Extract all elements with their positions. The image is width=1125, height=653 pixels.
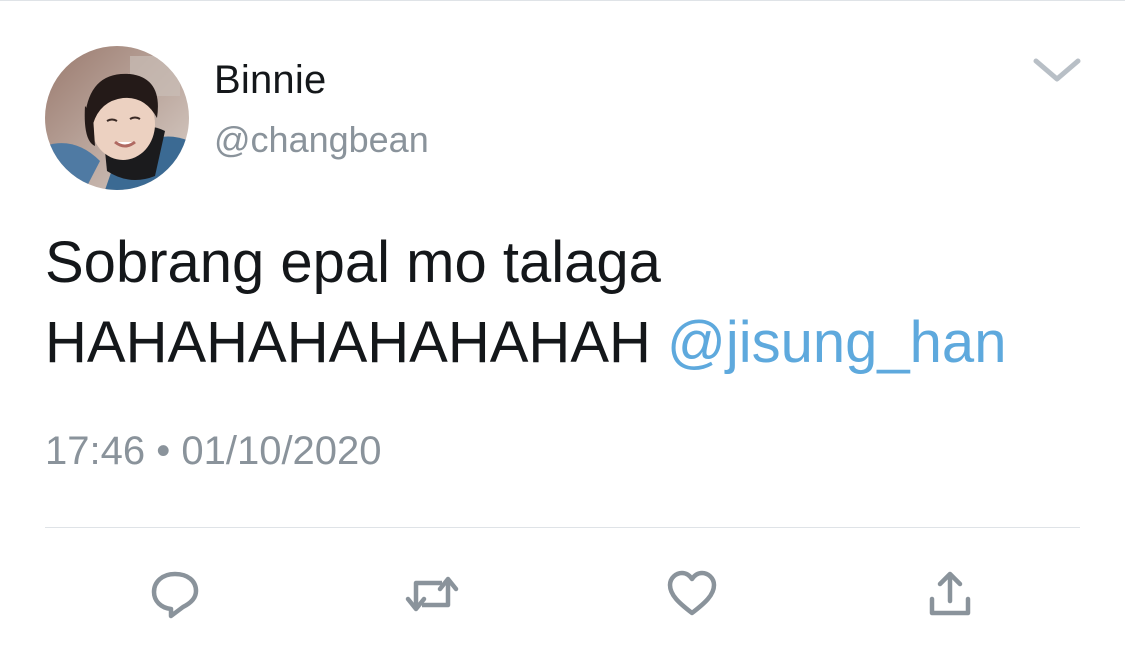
tweet-text-line: Sobrang epal mo talaga [45,230,661,295]
display-name[interactable]: Binnie [214,58,326,103]
heart-icon [667,570,717,616]
share-button[interactable] [922,569,978,619]
tweet-date: 01/10/2020 [181,429,382,473]
tweet-text-segment: HAHAHAHAHAHAHAH [45,310,667,375]
user-handle[interactable]: @changbean [214,119,429,161]
chevron-down-icon[interactable] [1030,53,1084,87]
retweet-icon [405,576,459,612]
reply-button[interactable] [147,569,203,619]
tweet-card: Binnie @changbean Sobrang epal mo talaga… [0,0,1125,653]
tweet-text-line: HAHAHAHAHAHAHAH @jisung_han [45,303,1105,383]
tweet-time: 17:46 [45,429,146,473]
divider [45,527,1080,528]
like-button[interactable] [664,569,720,619]
reply-icon [151,571,199,619]
share-icon [929,571,971,616]
meta-separator: • [145,429,182,473]
retweet-button[interactable] [404,569,460,619]
tweet-timestamp: 17:46 • 01/10/2020 [45,429,382,474]
mention-link[interactable]: @jisung_han [667,310,1006,375]
tweet-text: Sobrang epal mo talaga HAHAHAHAHAHAHAH @… [45,223,1105,383]
avatar[interactable] [45,46,189,190]
